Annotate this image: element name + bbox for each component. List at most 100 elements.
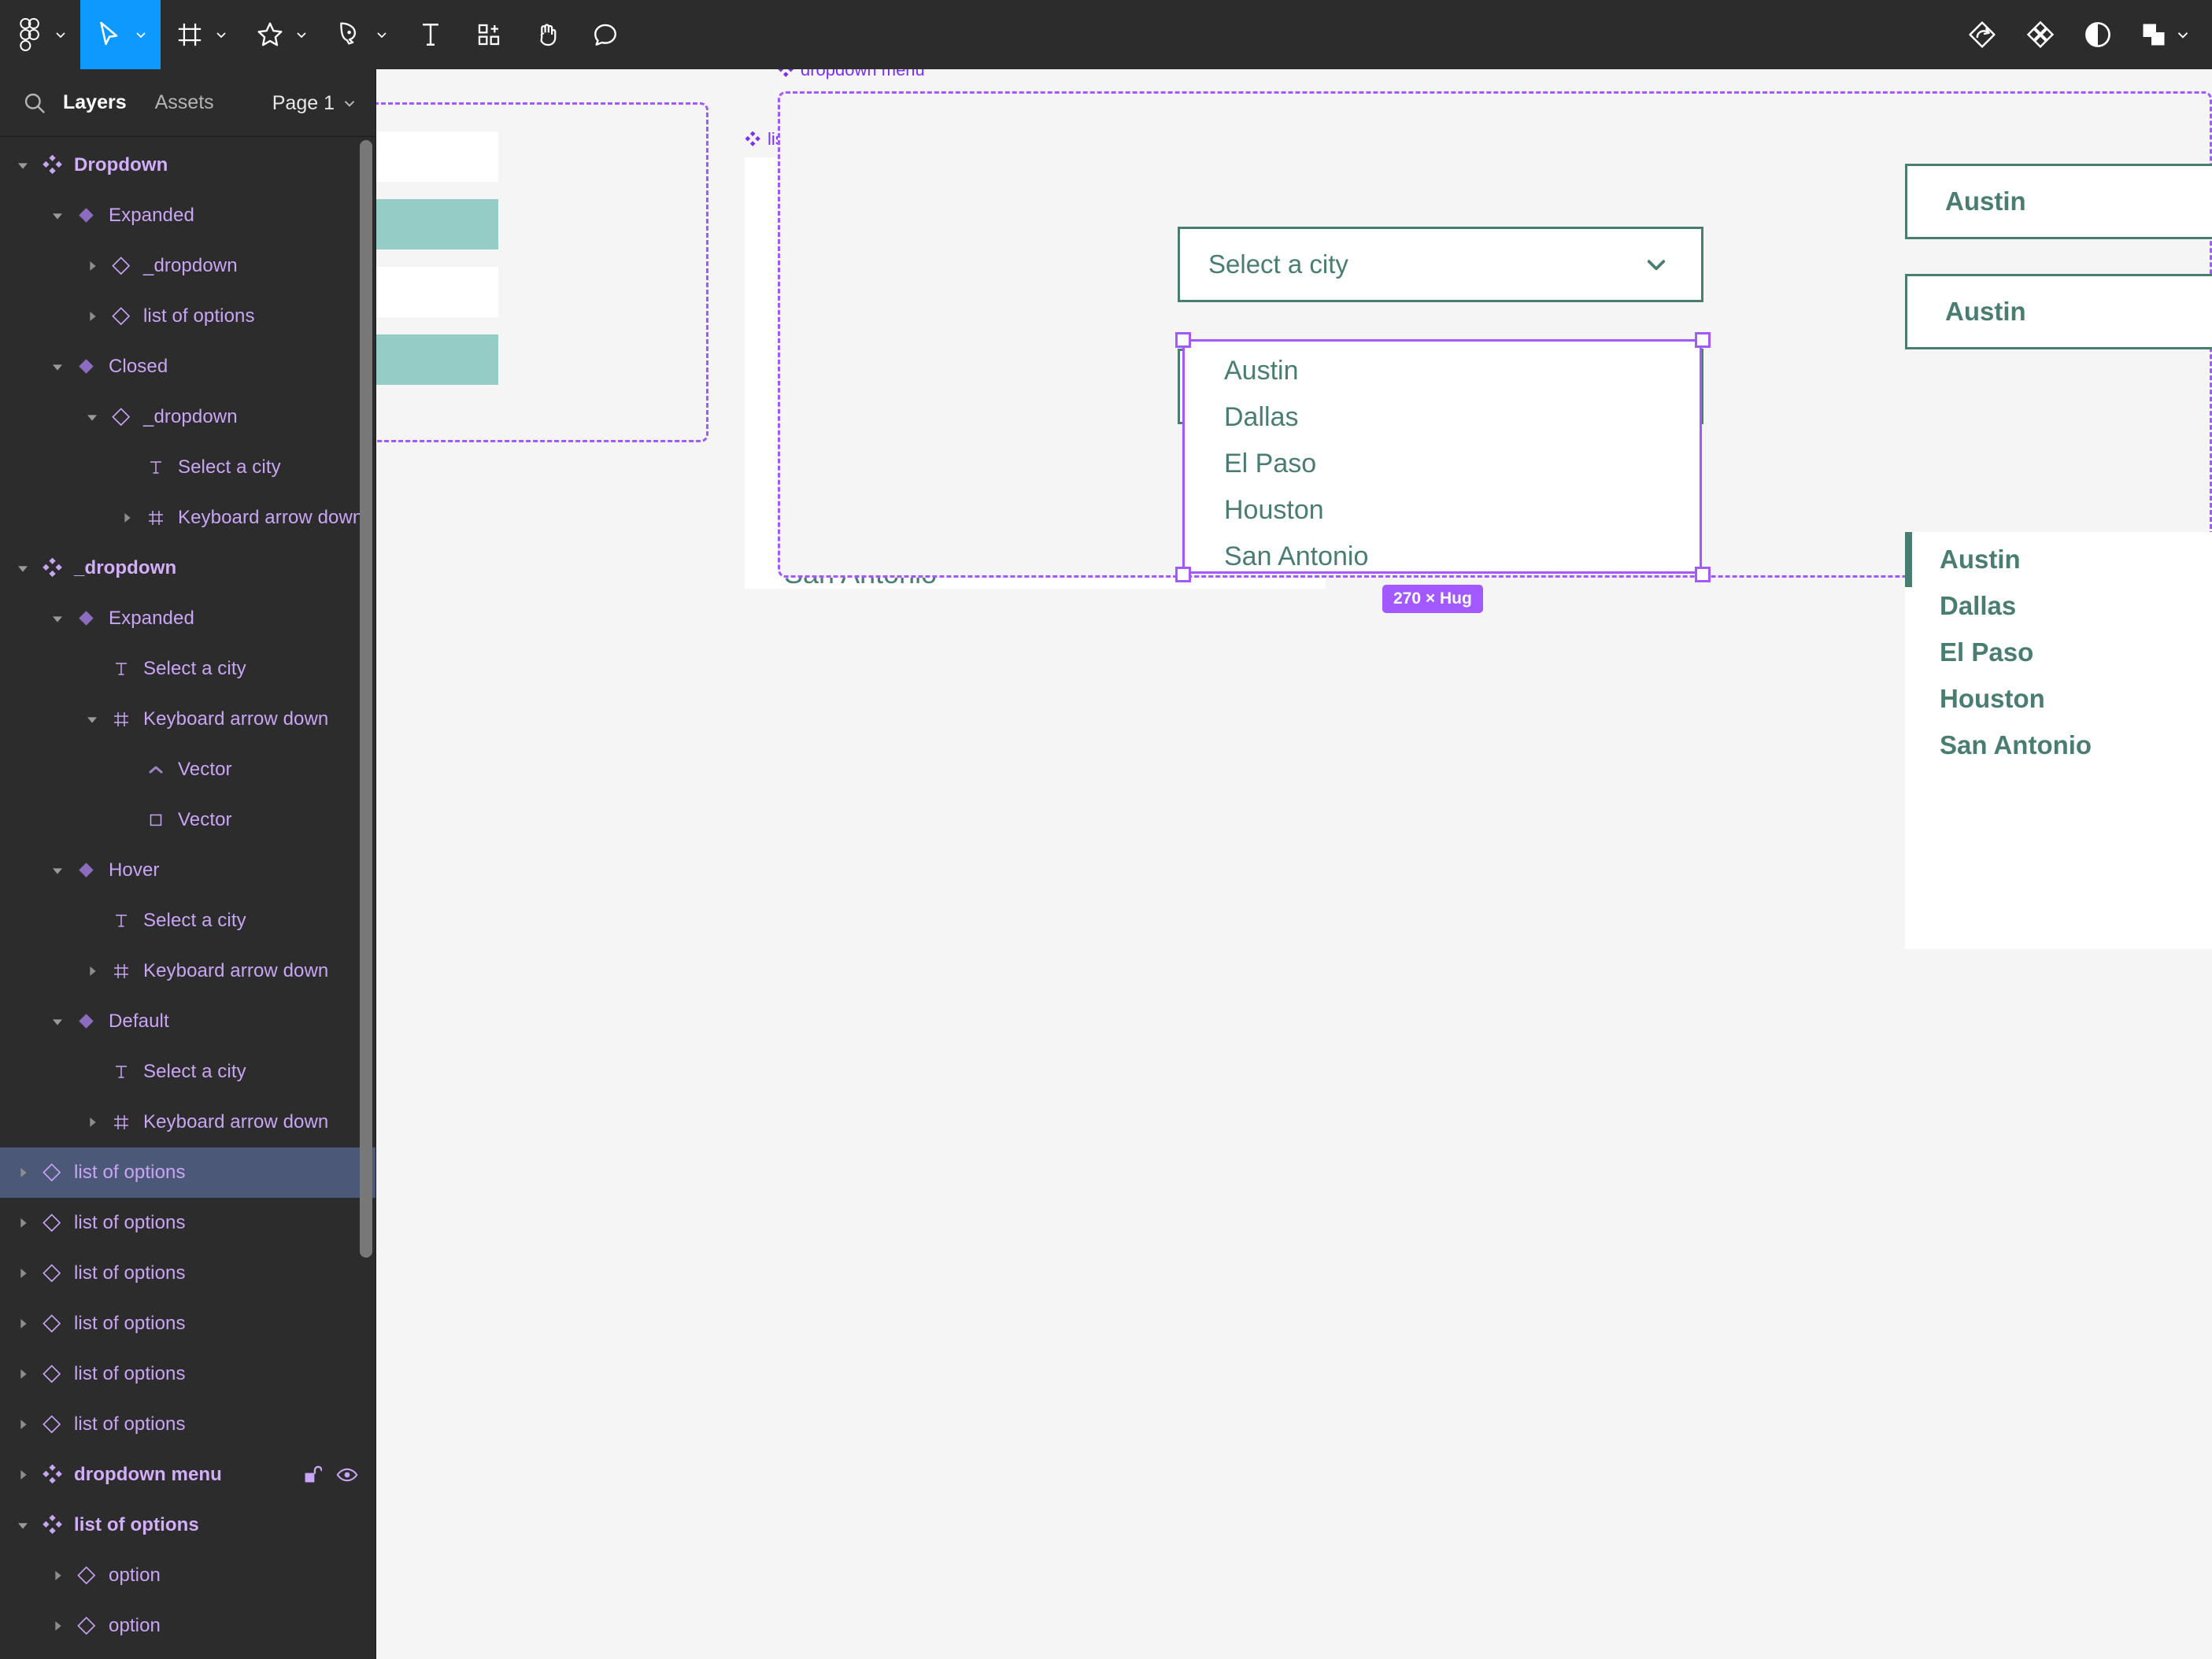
layer-row[interactable]: list of options (0, 1299, 375, 1349)
chevron-down-icon[interactable] (46, 1010, 69, 1033)
select-closed[interactable]: Select a city (1178, 227, 1703, 302)
chevron-right-icon[interactable] (11, 1413, 35, 1436)
right-box-mid[interactable]: Austin (1905, 274, 2212, 349)
layer-row[interactable]: Closed (0, 342, 375, 392)
contrast-icon[interactable] (2083, 20, 2113, 50)
layer-row[interactable]: Keyboard arrow down (0, 493, 375, 543)
layer-row[interactable]: Vector (0, 745, 375, 795)
chevron-down-icon[interactable] (80, 708, 104, 731)
chevron-right-icon[interactable] (11, 1463, 35, 1487)
pen-tool-button[interactable] (321, 0, 401, 69)
chevron-down-icon[interactable] (213, 26, 230, 43)
right-options-list[interactable]: Austin Dallas El Paso Houston San Antonio (1905, 532, 2212, 949)
layer-row[interactable]: option (0, 1601, 375, 1651)
chevron-right-icon[interactable] (80, 959, 104, 983)
layer-row[interactable]: Keyboard arrow down (0, 1097, 375, 1147)
layer-row[interactable]: Expanded (0, 190, 375, 241)
chevron-down-icon[interactable] (2174, 26, 2192, 43)
open-options-list[interactable]: Austin Dallas El Paso Houston San Antonio (1182, 339, 1702, 574)
chevron-down-icon[interactable] (293, 26, 310, 43)
design-canvas[interactable]: list of options AustinDallasEl PasoHoust… (376, 69, 2212, 1659)
layer-row[interactable]: list of options (0, 1147, 375, 1198)
chevron-down-icon[interactable] (46, 607, 69, 630)
tab-layers[interactable]: Layers (63, 91, 127, 114)
chevron-right-icon[interactable] (11, 1211, 35, 1235)
selection-handle-tr[interactable] (1695, 332, 1711, 348)
option-item[interactable]: San Antonio (1940, 730, 2092, 760)
chevron-right-icon[interactable] (80, 305, 104, 328)
option-item[interactable]: Austin (1940, 545, 2021, 575)
selection-handle-br[interactable] (1695, 567, 1711, 582)
layer-row[interactable]: list of options (0, 291, 375, 342)
figma-menu-button[interactable] (0, 0, 80, 69)
layer-row[interactable]: list of options (0, 1198, 375, 1248)
chevron-down-icon[interactable] (11, 1513, 35, 1537)
eye-icon[interactable] (336, 1467, 358, 1483)
layer-row[interactable]: Select a city (0, 442, 375, 493)
dev-mode-icon[interactable] (1966, 19, 1998, 50)
layer-row[interactable]: _dropdown (0, 543, 375, 593)
layer-row[interactable]: dropdown menu (0, 1450, 375, 1500)
comment-tool-button[interactable] (576, 0, 634, 69)
layer-row[interactable]: list of options (0, 1500, 375, 1550)
option-item[interactable]: El Paso (1940, 637, 2033, 667)
layers-panel-scrollbar[interactable] (360, 140, 372, 1258)
layer-row[interactable]: Dropdown (0, 140, 375, 190)
layers-square-icon[interactable] (2140, 20, 2192, 49)
chevron-down-icon[interactable] (132, 26, 150, 43)
chevron-right-icon[interactable] (80, 1110, 104, 1134)
layer-row[interactable]: Default (0, 996, 375, 1047)
chevron-right-icon[interactable] (11, 1362, 35, 1386)
chevron-down-icon[interactable] (11, 153, 35, 177)
layer-row[interactable]: list of options (0, 1399, 375, 1450)
chevron-right-icon[interactable] (115, 506, 139, 530)
option-item[interactable]: Houston (1940, 684, 2045, 714)
option-item[interactable]: San Antonio (1224, 541, 1368, 572)
chevron-down-icon[interactable] (1643, 251, 1670, 278)
text-tool-button[interactable] (401, 0, 460, 69)
chevron-right-icon[interactable] (46, 1564, 69, 1587)
move-tool-button[interactable] (80, 0, 161, 69)
option-item[interactable]: Dallas (1940, 591, 2016, 621)
right-box-top[interactable]: Austin (1905, 164, 2212, 239)
chevron-right-icon[interactable] (46, 1614, 69, 1638)
chevron-right-icon[interactable] (11, 1312, 35, 1336)
option-item[interactable]: Dallas (1224, 402, 1298, 433)
layer-row[interactable]: list of options (0, 1349, 375, 1399)
layer-row[interactable]: _dropdown (0, 392, 375, 442)
hand-tool-button[interactable] (518, 0, 576, 69)
page-selector[interactable]: Page 1 (272, 69, 358, 137)
layer-row[interactable]: Hover (0, 845, 375, 896)
chevron-down-icon[interactable] (46, 859, 69, 882)
frame-label-dropdown-menu[interactable]: dropdown menu (778, 69, 925, 80)
layer-row[interactable]: _dropdown (0, 241, 375, 291)
chevron-right-icon[interactable] (80, 254, 104, 278)
layer-row[interactable]: Vector (0, 795, 375, 845)
layer-row[interactable]: option (0, 1550, 375, 1601)
plugins-icon[interactable] (2025, 19, 2056, 50)
chevron-down-icon[interactable] (11, 556, 35, 580)
chevron-down-icon[interactable] (46, 355, 69, 379)
layer-row[interactable]: Keyboard arrow down (0, 946, 375, 996)
selection-handle-bl[interactable] (1175, 567, 1191, 582)
layer-row[interactable]: Expanded (0, 593, 375, 644)
layer-row[interactable]: Select a city (0, 644, 375, 694)
shape-tool-button[interactable] (241, 0, 321, 69)
chevron-right-icon[interactable] (11, 1161, 35, 1184)
chevron-down-icon[interactable] (373, 26, 390, 43)
layer-row[interactable]: Select a city (0, 1047, 375, 1097)
unlock-icon[interactable] (303, 1465, 322, 1485)
layer-row[interactable]: Keyboard arrow down (0, 694, 375, 745)
tab-assets[interactable]: Assets (155, 91, 214, 114)
component-set-left[interactable] (376, 102, 708, 442)
option-item[interactable]: Austin (1224, 356, 1299, 386)
chevron-down-icon[interactable] (52, 26, 69, 43)
search-icon[interactable] (20, 89, 49, 117)
selection-handle-tl[interactable] (1175, 332, 1191, 348)
option-item[interactable]: El Paso (1224, 449, 1316, 479)
option-item[interactable]: Houston (1224, 495, 1324, 526)
chevron-right-icon[interactable] (11, 1262, 35, 1285)
chevron-down-icon[interactable] (80, 405, 104, 429)
chevron-down-icon[interactable] (46, 204, 69, 227)
frame-tool-button[interactable] (161, 0, 241, 69)
